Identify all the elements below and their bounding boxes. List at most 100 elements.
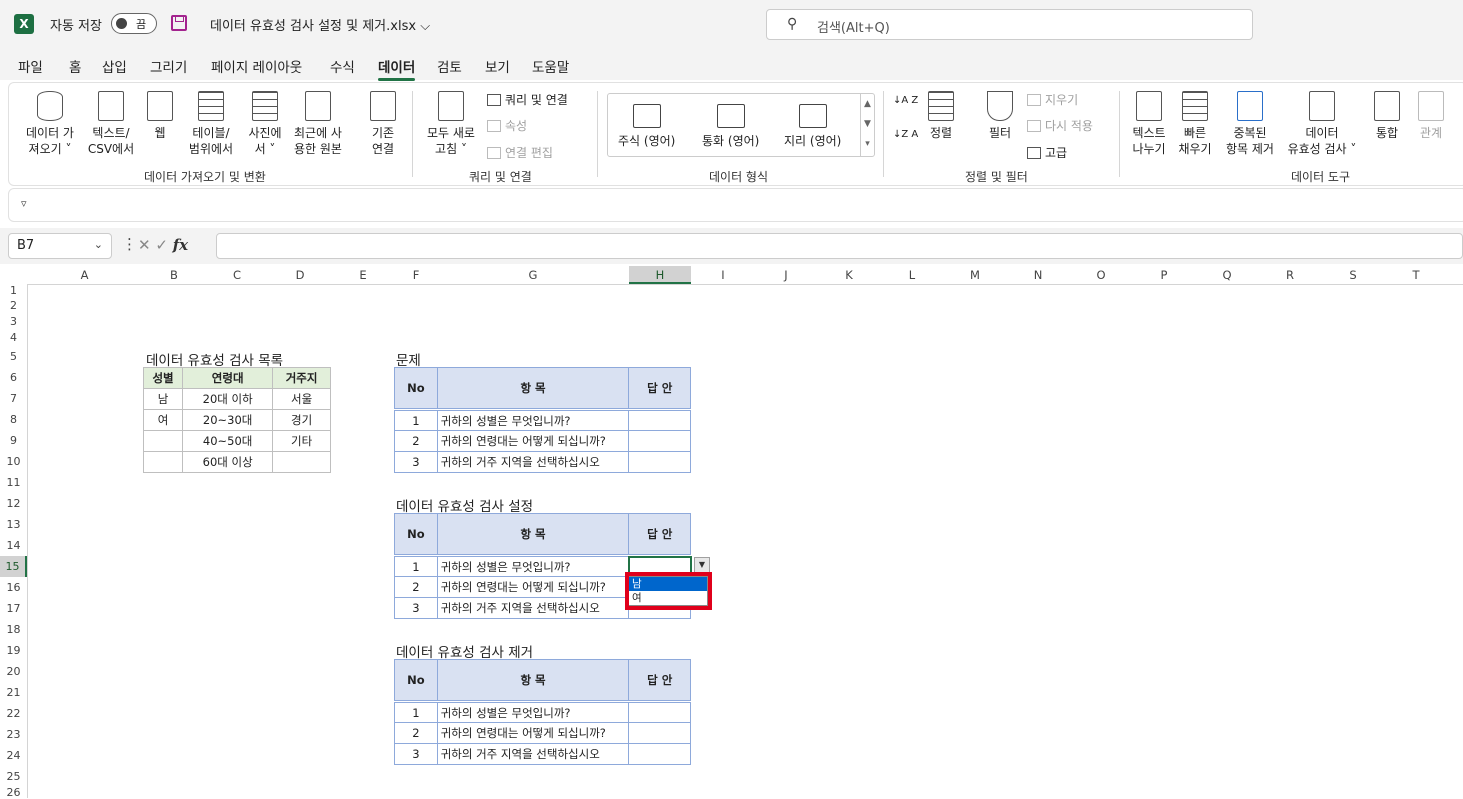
tab-page-layout[interactable]: 페이지 레이아웃	[211, 56, 302, 76]
column-header-q[interactable]: Q	[1196, 266, 1258, 284]
flash-fill-button[interactable]: 빠른 채우기	[1173, 91, 1217, 157]
row-header[interactable]: 21	[0, 682, 27, 703]
header-gender[interactable]: 성별	[142, 367, 184, 389]
clear-filter-button[interactable]: 지우기	[1027, 91, 1078, 108]
row-header[interactable]: 17	[0, 598, 27, 619]
column-header-c[interactable]: C	[206, 266, 268, 284]
row-header[interactable]: 6	[0, 367, 27, 388]
header-item[interactable]: 항 목	[436, 659, 630, 703]
column-header-i[interactable]: I	[692, 266, 754, 284]
get-data-button[interactable]: 데이터 가 져오기 ˅	[21, 91, 79, 157]
row-header[interactable]: 24	[0, 745, 27, 766]
text-to-columns-button[interactable]: 텍스트 나누기	[1127, 91, 1171, 157]
remove-duplicates-button[interactable]: 중복된 항목 제거	[1219, 91, 1281, 157]
column-header-g[interactable]: G	[438, 266, 628, 284]
tab-help[interactable]: 도움말	[532, 56, 569, 76]
row-header[interactable]: 15	[0, 556, 27, 577]
row-header[interactable]: 8	[0, 409, 27, 430]
autosave-toggle[interactable]: 끔	[111, 13, 157, 34]
row-header[interactable]: 4	[0, 330, 27, 346]
row-header[interactable]: 23	[0, 724, 27, 745]
row-header[interactable]: 3	[0, 314, 27, 330]
from-web-button[interactable]: 웹	[145, 91, 175, 141]
name-box[interactable]: B7 ⌄	[8, 233, 112, 259]
column-header-n[interactable]: N	[1007, 266, 1069, 284]
column-header-t[interactable]: T	[1385, 266, 1447, 284]
advanced-filter-button[interactable]: 고급	[1027, 144, 1067, 161]
queries-connections-button[interactable]: 쿼리 및 연결	[487, 91, 568, 108]
row-header[interactable]: 5	[0, 346, 27, 367]
tab-review[interactable]: 검토	[437, 56, 462, 76]
from-picture-button[interactable]: 사진에 서 ˅	[243, 91, 287, 157]
row-header[interactable]: 13	[0, 514, 27, 535]
column-header-l[interactable]: L	[881, 266, 943, 284]
row-header[interactable]: 19	[0, 640, 27, 661]
tab-insert[interactable]: 삽입	[102, 56, 127, 76]
tab-view[interactable]: 보기	[485, 56, 510, 76]
row-header[interactable]: 26	[0, 787, 27, 798]
header-no[interactable]: No	[394, 367, 438, 411]
row-header[interactable]: 18	[0, 619, 27, 640]
row-header[interactable]: 20	[0, 661, 27, 682]
reapply-button[interactable]: 다시 적용	[1027, 117, 1093, 134]
file-name[interactable]: 데이터 유효성 검사 설정 및 제거.xlsx ⌵	[210, 15, 430, 34]
tab-home[interactable]: 홈	[69, 56, 81, 76]
header-item[interactable]: 항 목	[436, 367, 630, 411]
stocks-data-type[interactable]: 주식 (영어)	[618, 104, 675, 149]
more-options-icon[interactable]: ⋮	[122, 235, 137, 253]
header-answer[interactable]: 답 안	[628, 513, 691, 557]
column-header-a[interactable]: A	[27, 266, 142, 284]
row-header[interactable]: 1	[0, 284, 27, 298]
customize-toolbar-icon[interactable]: ▿	[21, 197, 27, 210]
properties-button[interactable]: 속성	[487, 117, 527, 134]
header-no[interactable]: No	[394, 513, 438, 557]
from-text-csv-button[interactable]: 텍스트/CSV에서	[83, 91, 139, 157]
header-region[interactable]: 거주지	[272, 367, 331, 389]
row-header[interactable]: 16	[0, 577, 27, 598]
column-header-e[interactable]: E	[332, 266, 394, 284]
column-header-f[interactable]: F	[395, 266, 437, 284]
column-header-d[interactable]: D	[269, 266, 331, 284]
row-header[interactable]: 11	[0, 472, 27, 493]
tab-file[interactable]: 파일	[18, 56, 43, 76]
row-header[interactable]: 10	[0, 451, 27, 472]
header-age[interactable]: 연령대	[182, 367, 274, 389]
header-answer[interactable]: 답 안	[628, 659, 691, 703]
consolidate-button[interactable]: 통합	[1371, 91, 1403, 141]
column-header-b[interactable]: B	[143, 266, 205, 284]
more-icon[interactable]: ▾	[861, 134, 874, 154]
chevron-down-icon[interactable]: ▼	[861, 114, 874, 134]
formula-input[interactable]	[216, 233, 1463, 259]
column-header-h[interactable]: H	[629, 266, 691, 284]
chevron-down-icon[interactable]: ⌄	[94, 238, 103, 251]
sort-button[interactable]: 정렬	[923, 91, 959, 141]
row-header[interactable]: 25	[0, 766, 27, 787]
column-header-r[interactable]: R	[1259, 266, 1321, 284]
header-item[interactable]: 항 목	[436, 513, 630, 557]
search-box[interactable]: ⚲ 검색(Alt+Q)	[766, 9, 1253, 40]
tab-draw[interactable]: 그리기	[150, 56, 187, 76]
sort-descending-button[interactable]: ↓Z A	[893, 129, 918, 140]
row-header[interactable]: 14	[0, 535, 27, 556]
row-header[interactable]: 22	[0, 703, 27, 724]
gallery-scroll[interactable]: ▲ ▼ ▾	[860, 94, 874, 156]
column-header-o[interactable]: O	[1070, 266, 1132, 284]
recent-sources-button[interactable]: 최근에 사 용한 원본	[289, 91, 347, 157]
row-header[interactable]: 7	[0, 388, 27, 409]
row-header[interactable]: 12	[0, 493, 27, 514]
cancel-icon[interactable]: ✕	[138, 236, 151, 254]
sort-ascending-button[interactable]: ↓A Z	[893, 95, 918, 106]
row-header[interactable]: 9	[0, 430, 27, 451]
data-validation-button[interactable]: 데이터 유효성 검사 ˅	[1283, 91, 1361, 157]
column-header-k[interactable]: K	[818, 266, 880, 284]
edit-links-button[interactable]: 연결 편집	[487, 144, 553, 161]
existing-connections-button[interactable]: 기존 연결	[365, 91, 401, 157]
currencies-data-type[interactable]: 통화 (영어)	[702, 104, 759, 149]
save-icon[interactable]	[171, 15, 187, 31]
tab-formulas[interactable]: 수식	[330, 56, 355, 76]
tab-data[interactable]: 데이터	[378, 56, 416, 81]
header-no[interactable]: No	[394, 659, 438, 703]
enter-icon[interactable]: ✓	[155, 236, 168, 254]
row-header[interactable]: 2	[0, 298, 27, 314]
column-header-j[interactable]: J	[755, 266, 817, 284]
